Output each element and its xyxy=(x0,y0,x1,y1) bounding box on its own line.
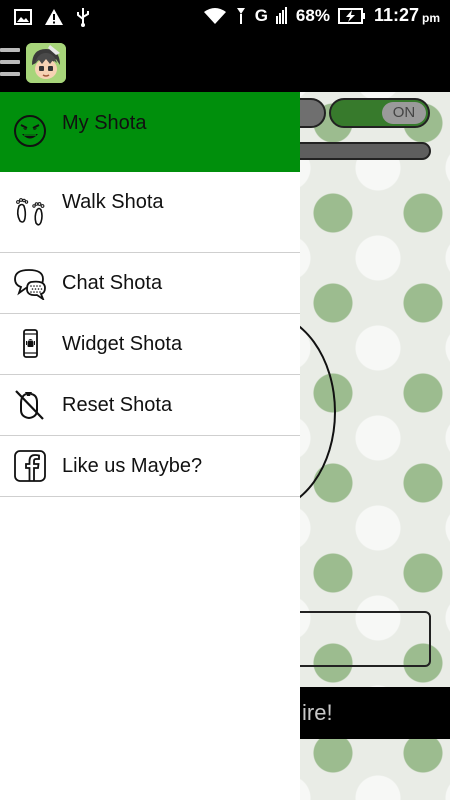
app-logo-avatar[interactable] xyxy=(26,43,66,83)
main-content-background: ON ire! xyxy=(300,92,450,800)
drawer-item-label: Widget Shota xyxy=(62,333,183,355)
navigation-drawer: My Shota Walk Shota Chat Shota Widget Sh… xyxy=(0,92,300,800)
drawer-item-label: My Shota xyxy=(62,112,147,134)
background-action-bar: ire! xyxy=(300,687,450,739)
drawer-item-label: Chat Shota xyxy=(62,272,163,294)
drawer-item-like-us[interactable]: Like us Maybe? xyxy=(0,436,300,497)
status-bar-notifications xyxy=(14,7,90,27)
phone-widget-icon xyxy=(23,329,38,358)
drawer-item-widget-shota[interactable]: Widget Shota xyxy=(0,314,300,375)
warning-icon xyxy=(45,9,63,25)
network-type: G xyxy=(254,5,268,25)
image-icon xyxy=(14,9,32,25)
drawer-item-chat-shota[interactable]: Chat Shota xyxy=(0,253,300,314)
devil-face-icon xyxy=(14,115,46,147)
battery-percent: 68% xyxy=(295,5,330,25)
signal-bars-icon xyxy=(275,6,287,24)
clock-ampm: pm xyxy=(422,10,440,25)
background-text-field xyxy=(300,611,431,667)
usb-icon xyxy=(77,8,89,27)
drawer-item-my-shota[interactable]: My Shota xyxy=(0,92,300,172)
reset-slashed-icon xyxy=(15,390,44,420)
drawer-item-walk-shota[interactable]: Walk Shota xyxy=(0,172,300,253)
drawer-item-label: Walk Shota xyxy=(62,191,164,213)
signal-slashed-icon xyxy=(236,7,245,24)
status-bar-system: G 68% 11:27 pm xyxy=(203,5,440,26)
drawer-item-reset-shota[interactable]: Reset Shota xyxy=(0,375,300,436)
facebook-icon xyxy=(14,450,46,482)
app-bar xyxy=(0,34,450,92)
drawer-item-label: Reset Shota xyxy=(62,394,173,416)
battery-charging-icon xyxy=(337,7,365,24)
drawer-item-label: Like us Maybe? xyxy=(62,455,203,477)
background-character-outline xyxy=(300,312,336,512)
status-bar: G 68% 11:27 pm xyxy=(0,0,450,34)
clock-time: 11:27 xyxy=(373,5,419,25)
background-toggle-off xyxy=(300,98,326,128)
background-toggle-knob: ON xyxy=(382,102,426,124)
wifi-icon xyxy=(203,7,226,24)
background-toggle-on: ON xyxy=(329,98,430,128)
background-progress-bar xyxy=(300,142,431,160)
footprints-icon xyxy=(16,198,45,226)
chat-bubbles-icon xyxy=(14,269,46,300)
hamburger-menu-icon[interactable] xyxy=(0,48,20,76)
